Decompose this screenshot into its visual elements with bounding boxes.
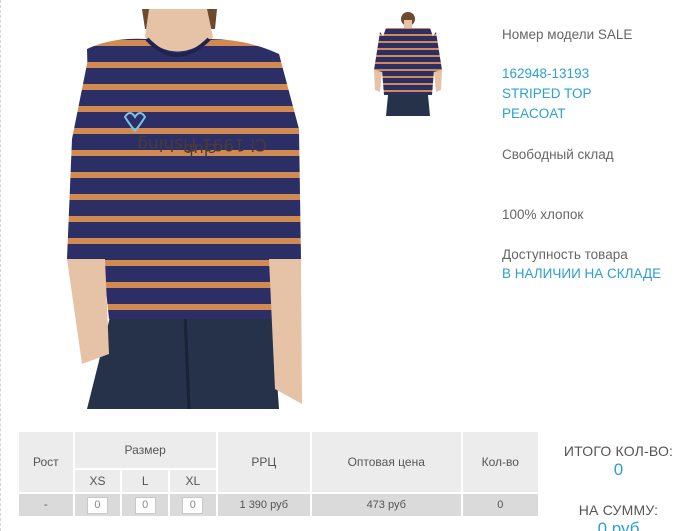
row-height: -: [17, 492, 75, 518]
availability-label: Доступность товара: [502, 247, 628, 262]
composition: 100% хлопок: [502, 207, 584, 222]
total-sum-value: 0 руб: [597, 519, 640, 531]
row-wholesale: 473 руб: [309, 492, 463, 518]
header-rrp: РРЦ: [215, 430, 312, 494]
total-sum-label: НА СУММУ:: [578, 502, 659, 518]
product-panel: Ci 1991 Fishing club Номер модели SALE 1…: [0, 0, 696, 531]
order-table: Рост Размер РРЦ Оптовая цена Кол-во XS L…: [17, 430, 541, 518]
availability-value: В НАЛИЧИИ НА СКЛАДЕ: [502, 266, 662, 281]
qty-input-xl[interactable]: 0: [182, 496, 204, 514]
cell-xl: 0: [168, 492, 218, 518]
cell-xs: 0: [72, 492, 123, 518]
header-qty: Кол-во: [460, 430, 541, 494]
header-size: Размер: [72, 430, 218, 470]
row-rrp: 1 390 руб: [215, 492, 312, 518]
total-qty-value: 0: [613, 460, 624, 479]
table-row: - 0 0 0 1 390 руб 473 руб 0: [17, 492, 541, 518]
product-color[interactable]: PEACOAT: [502, 106, 566, 121]
header-height: Рост: [17, 430, 75, 494]
header-wholesale: Оптовая цена: [309, 430, 463, 494]
product-photo[interactable]: Ci 1991 Fishing club: [17, 9, 337, 409]
print-text-2: club: [183, 140, 217, 159]
thumbnail-illustration: [366, 10, 450, 116]
article-number[interactable]: 162948-13193: [502, 66, 589, 81]
product-photo-illustration: Ci 1991 Fishing club: [17, 9, 337, 409]
size-xs: XS: [72, 468, 123, 494]
product-name[interactable]: STRIPED TOP: [502, 86, 592, 101]
qty-input-xs[interactable]: 0: [86, 496, 108, 514]
size-xl: XL: [168, 468, 218, 494]
model-number: Номер модели SALE: [502, 27, 633, 42]
total-qty-label: ИТОГО КОЛ-ВО:: [563, 443, 674, 459]
product-thumbnail[interactable]: [366, 10, 450, 116]
size-l: L: [120, 468, 171, 494]
warehouse: Свободный склад: [502, 147, 614, 162]
qty-input-l[interactable]: 0: [134, 496, 156, 514]
row-qty: 0: [460, 492, 541, 518]
cell-l: 0: [120, 492, 171, 518]
